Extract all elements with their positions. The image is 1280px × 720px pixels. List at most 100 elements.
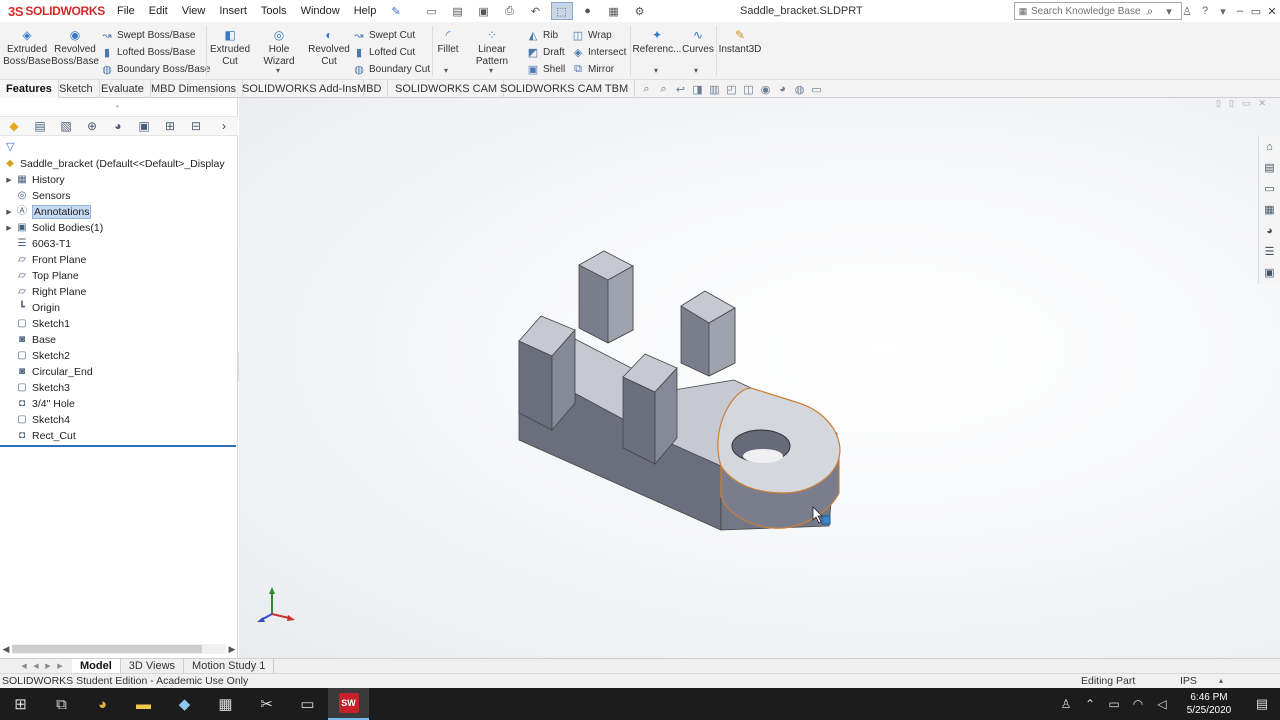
close-icon[interactable]: ✕ [1264, 5, 1280, 18]
tab-3d-views[interactable]: 3D Views [121, 658, 185, 674]
tree-item-sketch1[interactable]: ▢ Sketch1 [0, 316, 238, 332]
prev-tab-icon[interactable]: ◀ [30, 662, 42, 670]
swept-boss-button[interactable]: ↝ Swept Boss/Base [100, 27, 195, 43]
tab-solidworks-add-ins[interactable]: SOLIDWORKS Add-Ins [236, 80, 364, 98]
tab-solidworks-cam-tbm[interactable]: SOLIDWORKS CAM TBM [494, 80, 636, 98]
wrap-button[interactable]: ◫ Wrap [571, 27, 612, 43]
tree-item-annotations[interactable]: ▶ Ⓐ Annotations [0, 204, 238, 220]
lofted-boss-button[interactable]: ▮ Lofted Boss/Base [100, 44, 195, 60]
tab-solidworks-cam[interactable]: SOLIDWORKS CAM [389, 80, 505, 98]
search-dropdown-icon[interactable]: ▾ [1160, 5, 1178, 18]
tab-mbd-dimensions[interactable]: MBD Dimensions [145, 80, 243, 98]
tree-horizontal-scrollbar[interactable]: ◀ ▶ [0, 642, 238, 656]
calculator-icon[interactable]: ▦ [205, 688, 246, 720]
linear-pattern-button[interactable]: ⁘ Linear Pattern [462, 28, 522, 68]
section-view-icon[interactable]: ◨ [691, 83, 704, 96]
display-style-icon[interactable]: ◫ [742, 83, 755, 96]
dynamic-annotation-icon[interactable]: ▥ [708, 83, 721, 96]
expand-icon[interactable]: ▶ [3, 176, 15, 184]
task-view-icon[interactable]: ⧉ [41, 688, 82, 720]
search-icon[interactable]: ⌕ [1141, 4, 1159, 19]
tab-sketch[interactable]: Sketch [53, 80, 100, 98]
print-icon[interactable]: ⎙ [499, 2, 521, 20]
action-center-icon[interactable]: ▤ [1244, 696, 1280, 712]
previous-view-icon[interactable]: ↩ [674, 83, 687, 96]
tree-root-part[interactable]: ◆ Saddle_bracket (Default<<Default>_Disp… [0, 156, 238, 172]
instant3d-button[interactable]: ✎ Instant3D [718, 28, 762, 56]
snipping-tool-icon[interactable]: ✂ [246, 688, 287, 720]
rib-button[interactable]: ◭ Rib [526, 27, 558, 43]
hole-wizard-dropdown-icon[interactable]: ▾ [276, 66, 280, 75]
tree-item-hole[interactable]: ◘ 3/4" Hole [0, 396, 238, 412]
scroll-track[interactable] [12, 644, 226, 654]
user-icon[interactable]: ♙ [1178, 5, 1196, 18]
swept-cut-button[interactable]: ↝ Swept Cut [352, 27, 415, 43]
help-dropdown-icon[interactable]: ▾ [1214, 5, 1232, 18]
cam-tools-tab-icon[interactable]: ⊟ [188, 118, 204, 134]
tree-item-sensors[interactable]: ◎ Sensors [0, 188, 238, 204]
tree-item-sketch4[interactable]: ▢ Sketch4 [0, 412, 238, 428]
panel-more-chevron-icon[interactable]: › [216, 118, 232, 134]
hide-show-items-icon[interactable]: ◉ [759, 83, 772, 96]
boundary-cut-button[interactable]: ◍ Boundary Cut [352, 61, 430, 77]
curves-button[interactable]: ∿ Curves [682, 28, 714, 56]
options-gear-icon[interactable]: ⚙ [629, 2, 651, 20]
tab-model[interactable]: Model [72, 658, 121, 674]
edit-appearance-icon[interactable]: ◕ [776, 83, 789, 95]
view-palette-icon[interactable]: ▦ [1259, 201, 1280, 219]
custom-properties-icon[interactable]: ☰ [1259, 243, 1280, 261]
graphics-area[interactable]: ▯ ▯ ▭ ✕ ⌂ ▤ ▭ ▦ ◕ ☰ ▣ [239, 98, 1280, 658]
scroll-left-icon[interactable]: ◀ [0, 644, 12, 655]
last-tab-icon[interactable]: ▶ [54, 662, 66, 670]
tree-item-sketch2[interactable]: ▢ Sketch2 [0, 348, 238, 364]
rebuild-icon[interactable]: ● [577, 2, 599, 20]
rollback-bar[interactable] [0, 445, 236, 447]
next-tab-icon[interactable]: ▶ [42, 662, 54, 670]
system-clock[interactable]: 6:46 PM 5/25/2020 [1174, 691, 1244, 717]
selection-handle[interactable] [821, 515, 831, 525]
media-icon[interactable]: ▭ [287, 688, 328, 720]
select-icon[interactable]: ⬚ [550, 2, 573, 20]
tree-item-rect-cut[interactable]: ◘ Rect_Cut [0, 428, 238, 444]
revolved-cut-button[interactable]: ◐ Revolved Cut [308, 28, 350, 68]
menu-tools[interactable]: Tools [254, 0, 294, 22]
feature-manager-tab-icon[interactable]: ◆ [6, 118, 22, 134]
minimize-icon[interactable]: – [1232, 5, 1248, 17]
shell-button[interactable]: ▣ Shell [526, 61, 565, 77]
intersect-button[interactable]: ◈ Intersect [571, 44, 627, 60]
search-knowledge-base[interactable]: ▦ ⌕ [1014, 2, 1182, 20]
volume-icon[interactable]: ◁ [1150, 697, 1174, 711]
app-icon[interactable]: ◆ [164, 688, 205, 720]
tree-item-solid-bodies[interactable]: ▶ ▣ Solid Bodies(1) [0, 220, 238, 236]
tab-motion-study[interactable]: Motion Study 1 [184, 658, 275, 674]
hole-wizard-button[interactable]: ◎ Hole Wizard [252, 28, 306, 68]
expand-icon[interactable]: ▶ [3, 224, 15, 232]
tree-item-material[interactable]: ☰ 6063-T1 [0, 236, 238, 252]
menu-file[interactable]: File [110, 0, 142, 22]
undo-icon[interactable]: ↶ [525, 2, 547, 20]
lofted-cut-button[interactable]: ▮ Lofted Cut [352, 44, 415, 60]
first-tab-icon[interactable]: ◀ [18, 662, 30, 670]
tree-item-sketch3[interactable]: ▢ Sketch3 [0, 380, 238, 396]
extruded-cut-button[interactable]: ◧ Extruded Cut [210, 28, 250, 68]
tree-item-right-plane[interactable]: ▱ Right Plane [0, 284, 238, 300]
tree-item-top-plane[interactable]: ▱ Top Plane [0, 268, 238, 284]
unit-system[interactable]: IPS [1180, 675, 1197, 687]
mirror-button[interactable]: ⧉ Mirror [571, 61, 614, 77]
cam-feature-tab-icon[interactable]: ▣ [136, 118, 152, 134]
panel-grip-icon[interactable]: • [116, 102, 119, 111]
unit-system-dropdown-icon[interactable]: ▴ [1219, 676, 1223, 685]
solidworks-resources-icon[interactable]: ⌂ [1259, 138, 1280, 156]
display-manager-tab-icon[interactable]: ◕ [110, 118, 126, 134]
search-scope-icon[interactable]: ▦ [1015, 6, 1031, 17]
saddle-bracket-model[interactable] [239, 98, 1280, 658]
property-manager-tab-icon[interactable]: ▤ [32, 118, 48, 134]
extruded-boss-button[interactable]: ◈ Extruded Boss/Base [3, 28, 51, 68]
model-prong-side[interactable] [607, 265, 634, 344]
chrome-icon[interactable]: ◕ [82, 688, 123, 720]
save-icon[interactable]: ▣ [473, 2, 495, 20]
help-icon[interactable]: ? [1196, 5, 1214, 17]
appearances-scenes-icon[interactable]: ◕ [1259, 222, 1280, 240]
draft-button[interactable]: ◩ Draft [526, 44, 565, 60]
filter-icon[interactable]: ▽ [6, 140, 14, 153]
